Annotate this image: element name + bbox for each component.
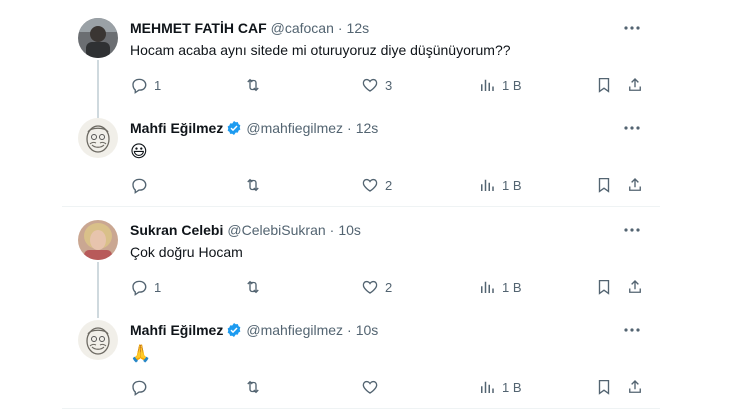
share-icon: [629, 178, 641, 191]
views-button[interactable]: 1 B: [478, 277, 522, 297]
views-count: 1 B: [502, 379, 522, 395]
reply-icon: [132, 178, 147, 194]
views-button[interactable]: 1 B: [478, 175, 522, 195]
reply-icon: [132, 78, 147, 94]
retweet-icon: [247, 178, 259, 192]
like-count: 3: [385, 77, 393, 93]
separator-dot: ·: [347, 322, 352, 338]
views-button[interactable]: 1 B: [478, 75, 522, 95]
reply-button[interactable]: 1: [130, 75, 161, 95]
tweet-text: 😃: [130, 142, 148, 161]
like-button[interactable]: 2: [361, 277, 392, 297]
retweet-icon: [247, 280, 259, 294]
analytics-icon: [481, 381, 494, 393]
retweet-button[interactable]: [244, 377, 268, 397]
author-name[interactable]: Sukran Celebi: [130, 222, 223, 238]
share-icon: [629, 78, 641, 91]
heart-icon: [362, 380, 378, 394]
reply-button[interactable]: [130, 175, 154, 195]
reply-icon: [132, 380, 147, 396]
reply-button[interactable]: [130, 377, 154, 397]
reply-icon: [132, 280, 147, 296]
action-bar: 1 B: [130, 377, 641, 397]
timestamp[interactable]: 10s: [356, 322, 379, 338]
views-button[interactable]: 1 B: [478, 377, 522, 397]
avatar[interactable]: [78, 18, 118, 58]
reply-button[interactable]: 1: [130, 277, 161, 297]
views-count: 1 B: [502, 77, 522, 93]
tweet-text: Çok doğru Hocam: [130, 244, 243, 260]
share-button[interactable]: [626, 277, 644, 297]
like-button[interactable]: 3: [361, 75, 392, 95]
analytics-icon: [481, 79, 494, 91]
author-name[interactable]: Mahfi Eğilmez: [130, 120, 223, 136]
author-handle[interactable]: @mahfiegilmez: [246, 120, 343, 136]
heart-icon: [362, 178, 378, 192]
heart-icon: [362, 280, 378, 294]
avatar[interactable]: [78, 320, 118, 360]
analytics-icon: [481, 281, 494, 293]
tweet[interactable]: Sukran Celebi @CelebiSukran · 10s Çok do…: [62, 220, 660, 300]
verified-badge-icon: [228, 323, 241, 337]
more-icon[interactable]: [622, 24, 642, 32]
author-handle[interactable]: @mahfiegilmez: [246, 322, 343, 338]
bookmark-icon: [598, 177, 610, 193]
bookmark-button[interactable]: [595, 277, 613, 297]
retweet-icon: [247, 380, 259, 394]
share-button[interactable]: [626, 175, 644, 195]
reply-count: 1: [154, 279, 162, 295]
more-icon[interactable]: [622, 326, 642, 334]
verified-badge-icon: [228, 121, 241, 135]
more-icon[interactable]: [622, 124, 642, 132]
bookmark-icon: [598, 279, 610, 295]
like-count: 2: [385, 279, 393, 295]
divider: [62, 206, 660, 207]
retweet-button[interactable]: [244, 75, 268, 95]
tweet-text: 🙏: [130, 344, 152, 363]
tweet-text: Hocam acaba aynı sitede mi oturuyoruz di…: [130, 42, 511, 58]
author-handle[interactable]: @CelebiSukran: [227, 222, 325, 238]
analytics-icon: [481, 179, 494, 191]
retweet-button[interactable]: [244, 175, 268, 195]
like-button[interactable]: 2: [361, 175, 392, 195]
action-bar: 1 2 1 B: [130, 277, 641, 297]
tweet[interactable]: MEHMET FATİH CAF @cafocan · 12s Hocam ac…: [62, 18, 660, 98]
share-icon: [629, 380, 641, 393]
share-icon: [629, 280, 641, 293]
timestamp[interactable]: 12s: [347, 20, 370, 36]
views-count: 1 B: [502, 279, 522, 295]
avatar[interactable]: [78, 220, 118, 260]
reply-count: 1: [154, 77, 162, 93]
bookmark-icon: [598, 77, 610, 93]
timestamp[interactable]: 12s: [356, 120, 379, 136]
retweet-icon: [247, 78, 259, 92]
more-icon[interactable]: [622, 226, 642, 234]
timestamp[interactable]: 10s: [338, 222, 361, 238]
author-name[interactable]: MEHMET FATİH CAF: [130, 20, 267, 36]
like-button[interactable]: [361, 377, 385, 397]
bookmark-button[interactable]: [595, 75, 613, 95]
separator-dot: ·: [329, 222, 335, 238]
bookmark-button[interactable]: [595, 175, 613, 195]
separator-dot: ·: [347, 120, 352, 136]
author-name[interactable]: Mahfi Eğilmez: [130, 322, 223, 338]
separator-dot: ·: [337, 20, 343, 36]
author-handle[interactable]: @cafocan: [271, 20, 334, 36]
heart-icon: [362, 78, 378, 92]
action-bar: 1 3 1 B: [130, 75, 641, 95]
divider: [62, 408, 660, 409]
retweet-button[interactable]: [244, 277, 268, 297]
action-bar: 2 1 B: [130, 175, 641, 195]
share-button[interactable]: [626, 75, 644, 95]
avatar[interactable]: [78, 118, 118, 158]
share-button[interactable]: [626, 377, 644, 397]
bookmark-button[interactable]: [595, 377, 613, 397]
views-count: 1 B: [502, 177, 522, 193]
bookmark-icon: [598, 379, 610, 395]
like-count: 2: [385, 177, 393, 193]
tweet[interactable]: Mahfi Eğilmez @mahfiegilmez · 10s 🙏 1 B: [62, 320, 660, 400]
tweet[interactable]: Mahfi Eğilmez @mahfiegilmez · 12s 😃 2 1 …: [62, 118, 660, 198]
